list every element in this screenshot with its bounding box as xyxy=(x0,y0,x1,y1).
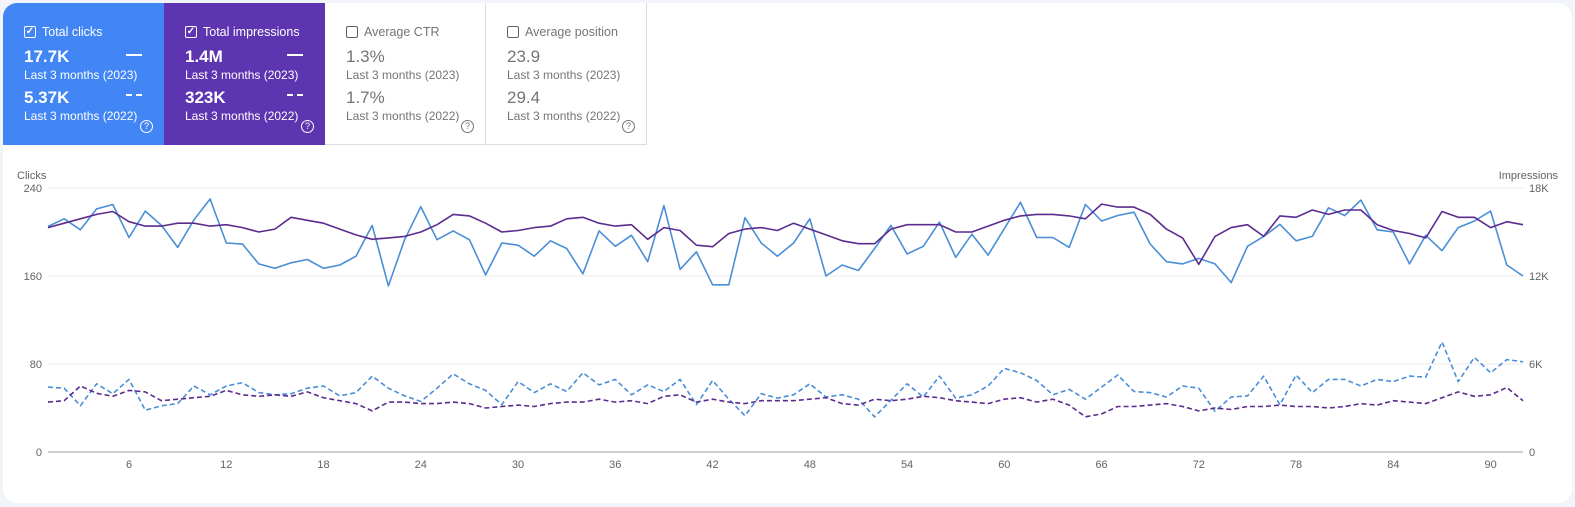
metric-label: Total clicks xyxy=(42,25,103,39)
x-tick-label: 90 xyxy=(1484,459,1496,471)
x-tick-label: 6 xyxy=(126,459,132,471)
metric-label: Average CTR xyxy=(364,25,440,39)
metric-card-header: ✓ Total impressions xyxy=(185,23,325,41)
x-tick-label: 42 xyxy=(706,459,718,471)
metric-card-total-clicks[interactable]: ✓ Total clicks 17.7K Last 3 months (2023) 5.… xyxy=(3,3,164,145)
legend-dashed-line-icon xyxy=(126,94,142,96)
metric-cards: ✓ Total clicks 17.7K Last 3 months (2023) 5.… xyxy=(3,3,647,145)
legend-dashed-line-icon xyxy=(287,94,303,96)
metric-value-2022: 5.37K xyxy=(24,88,70,107)
y-tick-label: 240 xyxy=(24,183,42,195)
metric-period-2023: Last 3 months (2023) xyxy=(185,68,299,82)
help-icon[interactable]: ? xyxy=(622,120,635,133)
x-tick-label: 48 xyxy=(804,459,816,471)
checkbox-icon[interactable]: ✓ xyxy=(185,26,197,38)
y2-tick-label: 0 xyxy=(1529,447,1535,459)
metric-card-total-impressions[interactable]: ✓ Total impressions 1.4M Last 3 months (202… xyxy=(164,3,325,145)
metric-period-2023: Last 3 months (2023) xyxy=(24,68,138,82)
help-icon[interactable]: ? xyxy=(140,120,153,133)
metric-value-2023: 23.9 xyxy=(507,47,541,66)
x-tick-label: 36 xyxy=(609,459,621,471)
checkbox-icon[interactable] xyxy=(507,26,519,38)
y-tick-label: 160 xyxy=(24,271,42,283)
metric-value-2022: 323K xyxy=(185,88,226,107)
series-line-1 xyxy=(47,203,1524,266)
x-tick-label: 18 xyxy=(317,459,329,471)
metric-value-2022: 29.4 xyxy=(507,88,541,107)
x-tick-label: 72 xyxy=(1193,459,1205,471)
performance-panel: ✓ Total clicks 17.7K Last 3 months (2023) 5.… xyxy=(3,3,1572,503)
x-tick-label: 66 xyxy=(1095,459,1107,471)
metric-value-2023: 1.4M xyxy=(185,47,223,66)
y2-axis-title: Impressions xyxy=(1499,170,1559,182)
checkbox-icon[interactable] xyxy=(346,26,358,38)
help-icon[interactable]: ? xyxy=(461,120,474,133)
metric-value-2022: 1.7% xyxy=(346,88,385,107)
y2-tick-label: 6K xyxy=(1529,359,1543,371)
metric-card-average-ctr[interactable]: Average CTR 1.3% Last 3 months (2023) 1.7% L… xyxy=(325,3,486,145)
metric-card-header: ✓ Total clicks xyxy=(24,23,164,41)
metric-label: Total impressions xyxy=(203,25,300,39)
metric-period-2023: Last 3 months (2023) xyxy=(346,68,460,82)
x-tick-label: 30 xyxy=(512,459,524,471)
y-tick-label: 0 xyxy=(36,447,42,459)
series-line-0 xyxy=(47,198,1524,287)
y2-tick-label: 12K xyxy=(1529,271,1549,283)
metric-card-average-position[interactable]: Average position 23.9 Last 3 months (2023)… xyxy=(486,3,647,145)
metric-value-2023: 17.7K xyxy=(24,47,70,66)
legend-solid-line-icon xyxy=(126,54,142,56)
help-icon[interactable]: ? xyxy=(301,120,314,133)
legend-solid-line-icon xyxy=(287,54,303,56)
x-tick-label: 24 xyxy=(415,459,427,471)
metric-period-2023: Last 3 months (2023) xyxy=(507,68,621,82)
x-tick-label: 12 xyxy=(220,459,232,471)
y2-tick-label: 18K xyxy=(1529,183,1549,195)
metric-value-2023: 1.3% xyxy=(346,47,385,66)
x-tick-label: 54 xyxy=(901,459,913,471)
performance-chart: 0 80 160 240 0 6K 12K 18K 6 12 18 24 30 36 42 48 54 60 66 7… xyxy=(17,170,1559,471)
x-tick-label: 60 xyxy=(998,459,1010,471)
metric-card-header: Average CTR xyxy=(346,23,485,41)
metric-label: Average position xyxy=(525,25,618,39)
x-tick-label: 84 xyxy=(1387,459,1399,471)
series-line-3 xyxy=(47,385,1524,418)
y-axis-title: Clicks xyxy=(17,170,47,182)
checkbox-icon[interactable]: ✓ xyxy=(24,26,36,38)
x-tick-label: 78 xyxy=(1290,459,1302,471)
y-tick-label: 80 xyxy=(30,359,42,371)
metric-card-header: Average position xyxy=(507,23,646,41)
series-line-2 xyxy=(47,341,1524,418)
